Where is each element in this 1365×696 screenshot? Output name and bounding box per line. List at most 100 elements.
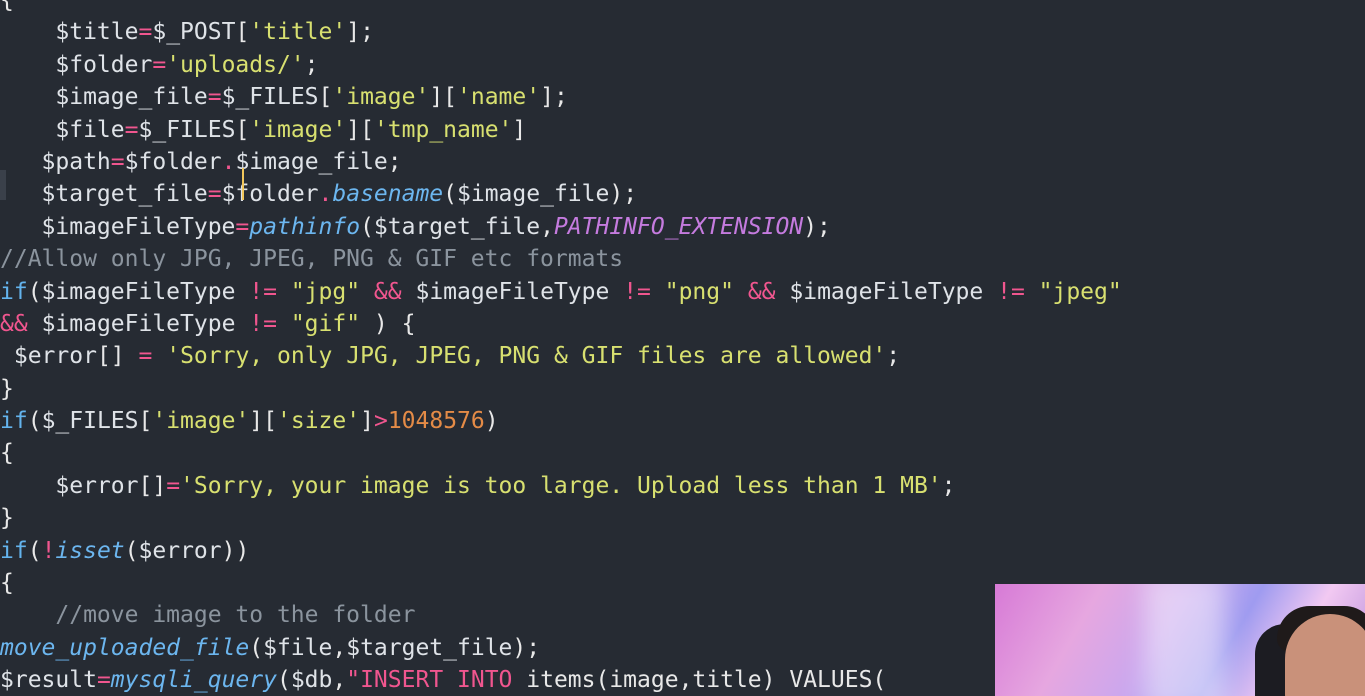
code-token: ][ <box>249 408 277 435</box>
code-token: { <box>0 570 14 597</box>
code-token: . <box>318 181 333 208</box>
code-token: [ <box>138 408 153 435</box>
code-token: , <box>540 213 554 240</box>
code-token: ][ <box>346 116 374 143</box>
code-token: $image_file <box>235 148 388 175</box>
code-token: != <box>235 278 291 305</box>
code-token: if <box>0 278 28 305</box>
code-token: if <box>0 537 28 564</box>
code-token: ; <box>886 343 901 370</box>
code-token: , <box>332 634 347 661</box>
code-token: && <box>0 310 28 337</box>
code-line[interactable]: if($imageFileType != "jpg" && $imageFile… <box>0 276 1365 308</box>
code-line[interactable]: //Allow only JPG, JPEG, PNG & GIF etc fo… <box>0 243 1365 275</box>
code-editor[interactable]: { $title=$_POST['title']; $folder='uploa… <box>0 0 1365 696</box>
code-token: $error <box>13 343 97 370</box>
code-line[interactable]: && $imageFileType != "gif" ) { <box>0 308 1365 340</box>
code-token: $target_file <box>41 181 208 208</box>
code-token: $imageFileType <box>789 278 984 305</box>
code-token: $folder <box>124 148 222 175</box>
code-token: ( <box>124 537 139 564</box>
code-token: = <box>207 181 222 208</box>
code-token: $_FILES <box>221 84 319 111</box>
code-token: if <box>0 408 28 435</box>
code-token: isset <box>55 537 125 564</box>
code-line[interactable]: $file=$_FILES['image']['tmp_name'] <box>0 114 1365 146</box>
code-token: . <box>221 148 236 175</box>
code-line[interactable]: { <box>0 0 1365 16</box>
code-line[interactable]: $error[]='Sorry, your image is too large… <box>0 470 1365 502</box>
code-token: } <box>0 375 14 402</box>
code-token: [] <box>138 472 167 499</box>
code-token: $_FILES <box>138 116 236 143</box>
code-token: 'size' <box>277 408 361 435</box>
code-token: ; <box>387 148 402 175</box>
code-token: ( <box>276 667 291 694</box>
code-token: ); <box>512 634 541 661</box>
code-token: PATHINFO_EXTENSION <box>553 213 804 240</box>
code-token: $_POST <box>152 19 236 46</box>
webcam-light <box>1145 584 1225 696</box>
code-token: $image_file <box>457 181 610 208</box>
code-token: ] <box>512 116 527 143</box>
code-token: $folder <box>221 181 319 208</box>
code-token: items(image,title) VALUES( <box>526 667 887 694</box>
code-line[interactable]: $image_file=$_FILES['image']['name']; <box>0 81 1365 113</box>
code-token: 1048576 <box>387 408 485 435</box>
code-token: = <box>138 19 153 46</box>
code-token: = <box>124 116 139 143</box>
code-token: "png" <box>664 278 734 305</box>
code-line[interactable]: $folder='uploads/'; <box>0 49 1365 81</box>
code-line[interactable]: } <box>0 373 1365 405</box>
code-token: move_uploaded_file <box>0 634 250 661</box>
code-token: $db <box>290 667 333 694</box>
code-token: $imageFileType <box>415 278 610 305</box>
code-token: ; <box>941 472 956 499</box>
code-token: $file <box>55 116 125 143</box>
code-token: [ <box>235 116 250 143</box>
code-line[interactable]: if($_FILES['image']['size']>1048576) <box>0 405 1365 437</box>
code-token: ) { <box>360 310 416 337</box>
code-token: pathinfo <box>249 213 361 240</box>
code-line[interactable]: $title=$_POST['title']; <box>0 16 1365 48</box>
code-token: "gif" <box>290 310 361 337</box>
code-line[interactable]: $imageFileType=pathinfo($target_file,PAT… <box>0 211 1365 243</box>
code-token: ( <box>27 278 42 305</box>
code-token: && <box>733 278 790 305</box>
code-token: ]; <box>346 19 374 46</box>
code-line[interactable]: } <box>0 502 1365 534</box>
code-line[interactable]: $path=$folder.$image_file; <box>0 146 1365 178</box>
code-token: $target_file <box>346 634 513 661</box>
code-token: $imageFileType <box>41 278 236 305</box>
code-token: 'uploads/' <box>166 51 305 78</box>
code-line[interactable]: $target_file=$folder.basename($image_fil… <box>0 178 1365 210</box>
code-token: 'title' <box>249 19 347 46</box>
code-token: $path <box>41 148 111 175</box>
code-token: "INSERT INTO <box>346 667 527 694</box>
code-token: , <box>332 667 347 694</box>
code-token: 'Sorry, only JPG, JPEG, PNG & GIF files … <box>166 343 887 370</box>
code-token: $target_file <box>373 213 541 240</box>
code-token: ( <box>443 181 458 208</box>
code-token: //Allow only JPG, JPEG, PNG & GIF etc fo… <box>0 246 624 273</box>
code-token: != <box>609 278 665 305</box>
code-line[interactable]: { <box>0 437 1365 469</box>
code-line[interactable]: $error[] = 'Sorry, only JPG, JPEG, PNG &… <box>0 340 1365 372</box>
code-token: $imageFileType <box>41 310 236 337</box>
code-token: 'name' <box>457 84 541 111</box>
code-token: { <box>0 440 14 467</box>
code-token: != <box>235 310 291 337</box>
code-token: )) <box>221 537 250 564</box>
code-line[interactable]: if(!isset($error)) <box>0 535 1365 567</box>
text-cursor <box>242 168 244 200</box>
code-token: $folder <box>55 51 153 78</box>
code-token: ; <box>304 51 319 78</box>
code-token: $image_file <box>55 84 208 111</box>
code-token: = <box>96 667 111 694</box>
